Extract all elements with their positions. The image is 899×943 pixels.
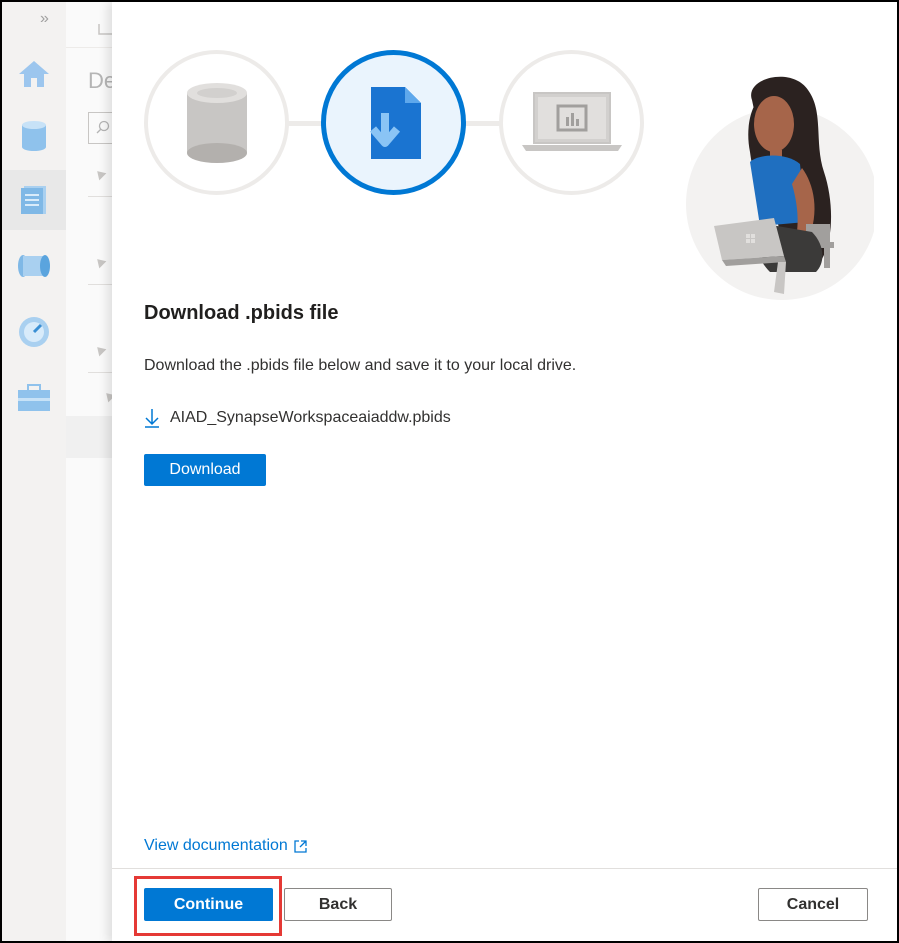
- divider: [88, 372, 112, 373]
- cancel-button[interactable]: Cancel: [758, 888, 868, 921]
- rail-home[interactable]: [2, 44, 66, 104]
- window-frame: » De Download .pbids file Download the .…: [0, 0, 899, 943]
- expand-rail-icon[interactable]: »: [40, 10, 49, 28]
- download-button[interactable]: Download: [144, 454, 266, 486]
- power-bi-laptop-icon: [521, 91, 622, 151]
- document-icon: [21, 186, 46, 214]
- rail-develop[interactable]: [2, 170, 66, 230]
- step-download-file: [321, 50, 466, 195]
- tree-chevron-icon: [93, 255, 107, 269]
- view-documentation-link[interactable]: View documentation: [144, 837, 307, 855]
- pipeline-icon: [18, 255, 50, 277]
- step-connector: [462, 121, 502, 126]
- step-power-bi: [499, 50, 644, 195]
- person-with-laptop-illustration: [686, 76, 874, 300]
- footer-divider: [112, 868, 897, 869]
- back-button[interactable]: Back: [284, 888, 392, 921]
- pbids-file-download-icon: [369, 86, 421, 159]
- search-icon: [96, 120, 110, 134]
- database-icon: [186, 82, 247, 163]
- dialog-description: Download the .pbids file below and save …: [144, 357, 577, 374]
- divider: [88, 196, 112, 197]
- pbids-file-link[interactable]: AIAD_SynapseWorkspaceaiaddw.pbids: [144, 408, 451, 428]
- selected-row: [66, 416, 112, 458]
- progress-steps: [144, 50, 644, 195]
- database-icon: [22, 121, 46, 151]
- step-connector: [284, 121, 324, 126]
- rail-monitor[interactable]: [2, 302, 66, 362]
- divider: [88, 284, 112, 285]
- step-database: [144, 50, 289, 195]
- view-documentation-label[interactable]: View documentation: [144, 837, 288, 855]
- tree-chevron-icon: [93, 343, 107, 357]
- tree-chevron-icon: [93, 167, 107, 181]
- download-pbids-panel: Download .pbids file Download the .pbids…: [112, 2, 897, 941]
- download-arrow-icon: [145, 409, 159, 428]
- dialog-heading: Download .pbids file: [144, 302, 339, 324]
- rail-manage[interactable]: [2, 368, 66, 428]
- left-nav-rail: »: [2, 2, 66, 941]
- continue-button[interactable]: Continue: [144, 888, 273, 921]
- monitor-icon: [19, 317, 49, 347]
- rail-integrate[interactable]: [2, 236, 66, 296]
- external-link-icon: [294, 839, 307, 853]
- home-icon: [19, 61, 49, 87]
- background-page: De: [66, 2, 118, 941]
- background-toolbar: [66, 2, 113, 48]
- rail-data[interactable]: [2, 106, 66, 166]
- manage-toolbox-icon: [18, 384, 50, 411]
- pbids-file-name[interactable]: AIAD_SynapseWorkspaceaiaddw.pbids: [170, 409, 451, 427]
